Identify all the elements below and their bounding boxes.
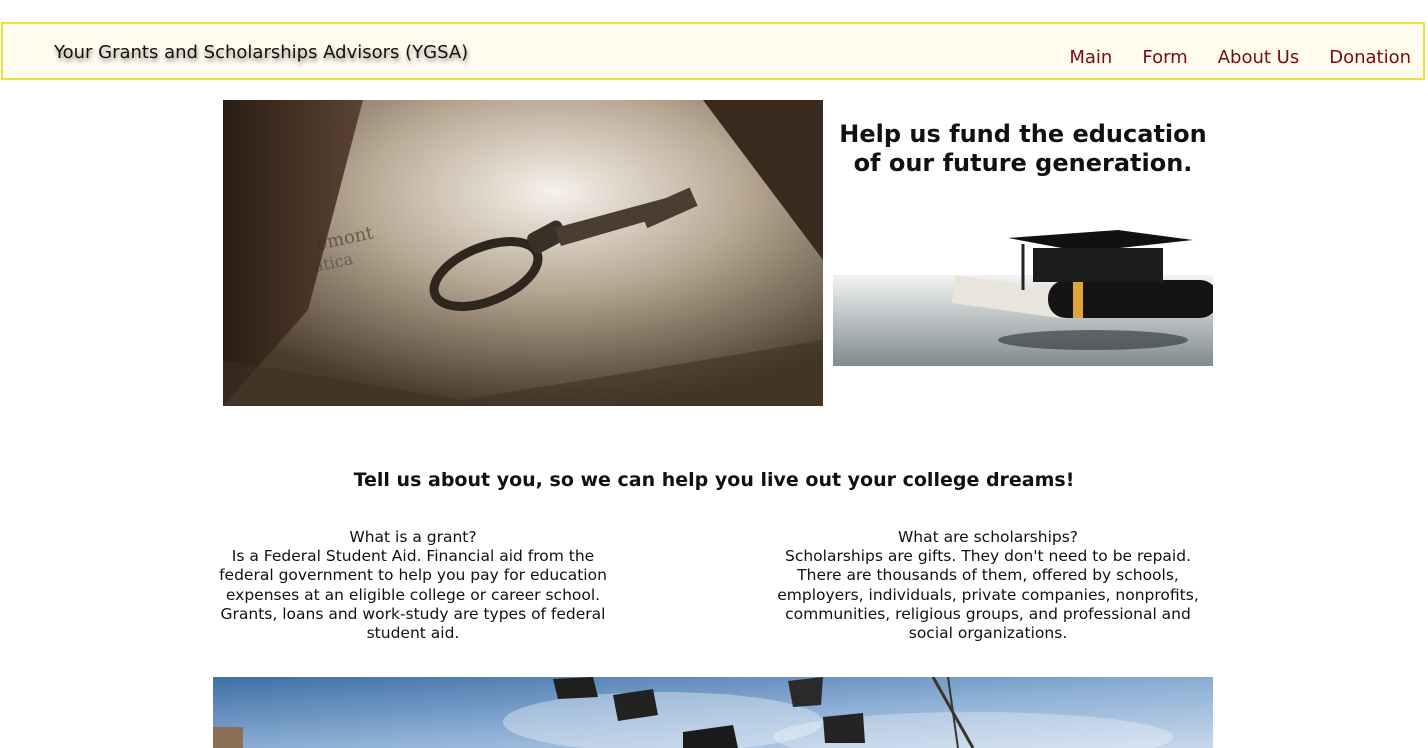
nav-main[interactable]: Main [1069,47,1112,68]
scholarship-question: What are scholarships? [897,528,1079,546]
site-brand[interactable]: Your Grants and Scholarships Advisors (Y… [54,42,468,63]
scholarship-info: What are scholarships? Scholarships are … [763,528,1213,643]
grant-question: What is a grant? [349,528,477,546]
main-nav: Main Form About Us Donation [1039,47,1411,68]
grant-answer: Is a Federal Student Aid. Financial aid … [219,547,607,643]
tagline: Tell us about you, so we can help you li… [353,469,1075,491]
scholarship-answer: Scholarships are gifts. They don't need … [777,547,1199,643]
nav-form[interactable]: Form [1142,47,1187,68]
key-photo: emont atica [223,100,823,406]
graduation-caps-photo [213,677,1213,748]
site-header: Your Grants and Scholarships Advisors (Y… [1,22,1425,80]
promo-headline: Help us fund the education of our future… [839,120,1207,177]
nav-donation[interactable]: Donation [1329,47,1411,68]
nav-about-us[interactable]: About Us [1218,47,1300,68]
donation-promo: Help us fund the education of our future… [833,100,1213,406]
grant-info: What is a grant? Is a Federal Student Ai… [213,528,613,643]
graduation-cap-photo [833,220,1213,366]
